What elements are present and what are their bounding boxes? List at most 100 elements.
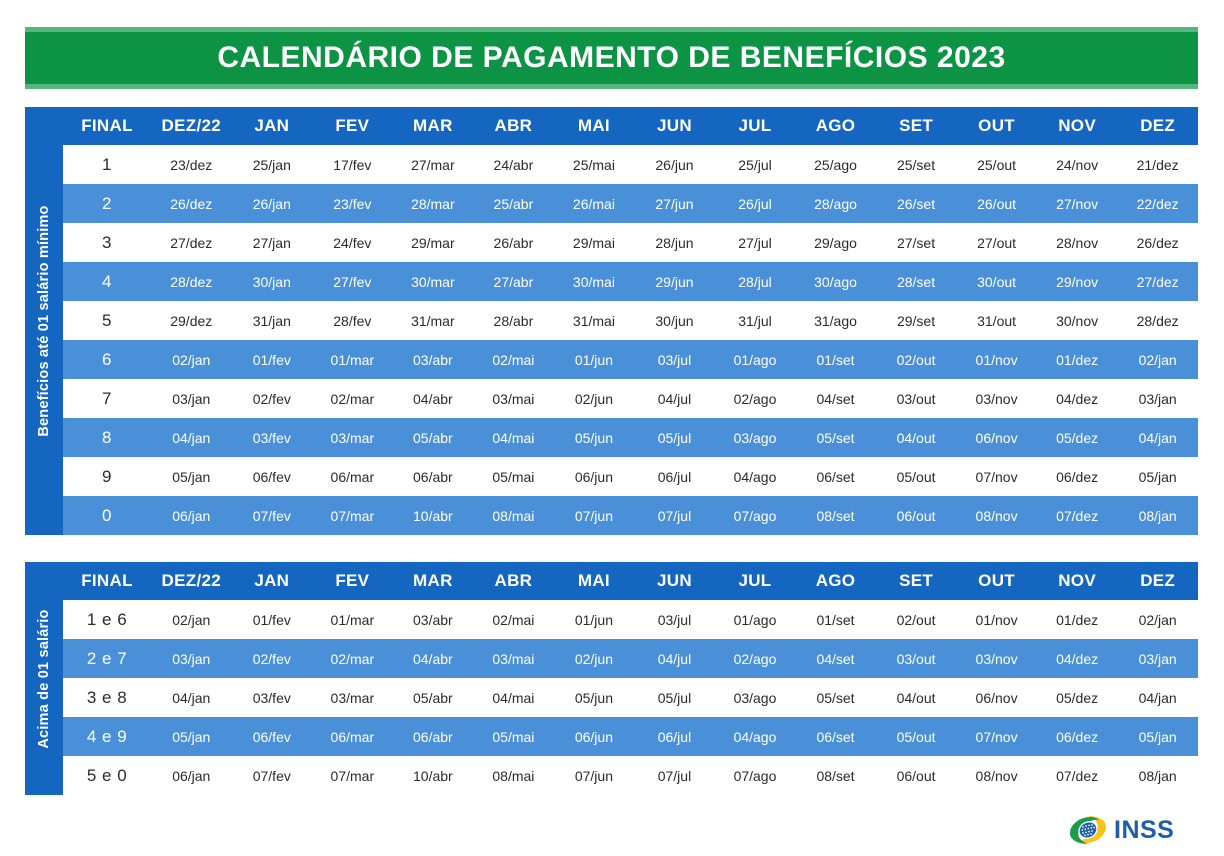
payment-date-cell: 28/mar [411,195,455,212]
payment-date-cell: 07/nov [975,468,1018,485]
payment-date-cell: 04/ago [733,468,777,485]
payment-date-cell: 08/nov [975,767,1018,784]
table-2-column-header-mar: MAR [413,571,453,590]
payment-date-cell: 02/mai [492,611,535,628]
payment-date-cell: 26/jul [738,195,772,212]
payment-date-cell: 10/abr [413,767,453,784]
table-2-column-header-jan: JAN [254,571,290,590]
payment-date-cell: 27/abr [493,273,534,290]
payment-date-cell: 03/ago [733,689,777,706]
payment-date-cell: 29/ago [814,234,857,251]
payment-date-cell: 06/out [896,507,936,524]
payment-date-cell: 05/jun [574,689,613,706]
payment-date-cell: 01/mar [330,611,375,628]
row-final-digit: 7 [102,388,112,408]
row-final-digit: 8 [102,427,112,447]
row-final-digit: 2 [102,193,112,213]
payment-date-cell: 25/set [896,156,936,173]
table-2-column-header-nov: NOV [1058,571,1096,590]
payment-date-cell: 03/nov [975,650,1018,667]
payment-date-cell: 03/mai [492,390,535,407]
row-final-digit: 5 [102,310,112,330]
table-2-grid: FINAL DEZ/22 JAN FEV MAR ABR MAI JUN JUL AGO SET OU… [63,562,1198,795]
payment-date-cell: 06/jan [172,767,211,784]
payment-date-cell: 07/jun [574,767,613,784]
payment-date-cell: 03/mar [330,429,375,446]
payment-date-cell: 07/mar [330,767,375,784]
table-1-column-header-final: FINAL [81,116,133,135]
payment-date-cell: 04/out [896,429,936,446]
payment-date-cell: 26/jan [252,195,291,212]
payment-date-cell: 28/set [896,273,936,290]
payment-date-cell: 07/jul [657,767,692,784]
payment-date-cell: 05/jul [657,429,692,446]
payment-date-cell: 28/fev [333,312,372,329]
payment-date-cell: 27/jul [738,234,772,251]
payment-date-cell: 27/fev [333,273,372,290]
payment-date-cell: 04/jan [172,689,211,706]
payment-date-cell: 24/fev [333,234,372,251]
payment-date-cell: 02/out [896,351,936,368]
payment-date-cell: 28/jul [738,273,772,290]
table-1-column-header-mar: MAR [413,116,453,135]
payment-date-cell: 08/jan [1138,767,1177,784]
payment-date-cell: 25/ago [814,156,857,173]
payment-date-cell: 03/abr [413,351,453,368]
payment-date-cell: 07/fev [252,507,291,524]
table-1-column-header-ago: AGO [815,116,856,135]
payment-date-cell: 27/nov [1056,195,1099,212]
payment-date-cell: 03/fev [252,429,291,446]
payment-date-cell: 27/dez [170,234,213,251]
payment-date-cell: 05/mai [492,728,535,745]
payment-date-cell: 07/jun [574,507,613,524]
payment-date-cell: 25/out [977,156,1017,173]
payment-date-cell: 03/jan [172,650,211,667]
payment-date-cell: 02/mar [330,650,375,667]
table-1-column-header-abr: ABR [494,116,533,135]
payment-date-cell: 24/abr [493,156,534,173]
table-2-column-header-jul: JUL [738,571,772,590]
payment-date-cell: 29/dez [170,312,213,329]
payment-date-cell: 28/jun [655,234,694,251]
payment-date-cell: 05/set [816,429,855,446]
payment-date-cell: 29/jun [655,273,694,290]
table-row: 3 27/dez 27/jan 24/fev 29/mar 26/abr 29/mai 28/… [63,223,1198,262]
payment-date-cell: 26/dez [1136,234,1179,251]
payment-date-cell: 03/fev [252,689,291,706]
payment-date-cell: 17/fev [333,156,372,173]
table-1-column-header-mai: MAI [577,116,610,135]
payment-date-cell: 01/dez [1056,611,1099,628]
table-2-column-header-jun: JUN [656,571,692,590]
row-final-digit: 9 [102,466,112,486]
payment-date-cell: 08/set [816,507,855,524]
payment-date-cell: 07/ago [733,507,777,524]
payment-date-cell: 02/mar [330,390,375,407]
payment-date-cell: 01/ago [733,611,777,628]
table-2-column-header-fev: FEV [335,571,370,590]
payment-date-cell: 21/dez [1136,156,1179,173]
payment-date-cell: 29/mai [572,234,615,251]
payment-date-cell: 04/jul [657,650,692,667]
table-1-column-header-nov: NOV [1058,116,1096,135]
table-row: 0 06/jan 07/fev 07/mar 10/abr 08/mai 07/jun 07/… [63,496,1198,535]
payment-date-cell: 07/ago [733,767,777,784]
table-2-column-header-set: SET [899,571,934,590]
payment-date-cell: 04/jan [1138,429,1177,446]
payment-date-cell: 28/nov [1056,234,1099,251]
payment-date-cell: 01/nov [975,351,1018,368]
payment-date-cell: 25/mai [572,156,615,173]
payment-date-cell: 23/dez [170,156,213,173]
payment-date-cell: 03/abr [413,611,453,628]
payment-date-cell: 29/nov [1056,273,1099,290]
payment-date-cell: 06/dez [1056,728,1099,745]
payment-date-cell: 25/jul [738,156,772,173]
payment-date-cell: 04/abr [413,390,453,407]
payment-date-cell: 06/set [816,468,855,485]
payment-date-cell: 07/mar [330,507,375,524]
payment-date-cell: 05/jan [172,728,211,745]
payment-date-cell: 05/set [816,689,855,706]
payment-date-cell: 27/mar [411,156,455,173]
table-row: 1 e 6 02/jan 01/fev 01/mar 03/abr 02/mai 01/ju… [63,600,1198,639]
payment-date-cell: 06/fev [252,728,291,745]
payment-date-cell: 06/dez [1056,468,1099,485]
